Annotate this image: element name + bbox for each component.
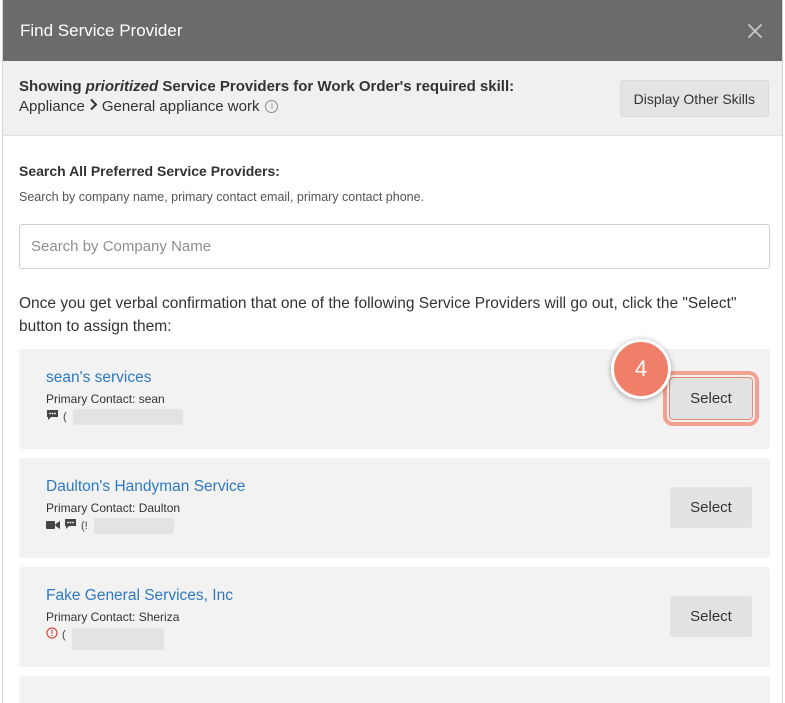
required-skill-bar: Showing prioritized Service Providers fo… (3, 61, 782, 136)
redacted-phone (72, 409, 183, 425)
message-icon (46, 408, 59, 426)
provider-card: Fake General Services, Inc Primary Conta… (19, 567, 770, 667)
skill-category: Appliance (19, 98, 85, 115)
close-icon[interactable] (744, 20, 766, 42)
modal-title: Find Service Provider (20, 20, 183, 40)
provider-card (19, 676, 770, 703)
search-heading: Search All Preferred Service Providers: (19, 163, 280, 179)
modal-body: Search All Preferred Service Providers: … (3, 163, 782, 703)
assign-instruction: Once you get verbal confirmation that on… (19, 295, 737, 335)
select-provider-button[interactable]: Select (663, 371, 759, 426)
message-icon (64, 517, 77, 535)
contact-channels: ( (46, 626, 770, 650)
step-number-badge: 4 (611, 339, 671, 399)
phone-prefix: (! (81, 520, 88, 532)
heading-prefix: Showing (19, 78, 86, 95)
video-icon (46, 517, 60, 535)
primary-contact: Primary Contact: sean (46, 392, 165, 406)
modal-header: Find Service Provider (3, 0, 782, 61)
find-service-provider-modal: Find Service Provider Showing prioritize… (2, 0, 783, 703)
select-provider-button[interactable]: Select (670, 487, 752, 528)
provider-card: Daulton's Handyman Service Primary Conta… (19, 458, 770, 558)
contact-channels: (! (46, 518, 770, 534)
provider-name-link[interactable]: Daulton's Handyman Service (46, 478, 770, 496)
primary-contact: Primary Contact: Sheriza (46, 610, 180, 624)
heading-suffix: Service Providers for Work Order's requi… (158, 78, 515, 95)
select-provider-button[interactable]: Select (670, 596, 752, 637)
phone-prefix: ( (63, 411, 67, 423)
heading-emphasis: prioritized (85, 78, 159, 95)
info-icon[interactable]: i (265, 100, 279, 113)
contact-channels: ( (46, 409, 770, 425)
company-search-input[interactable] (19, 224, 770, 269)
chevron-right-icon (89, 98, 98, 115)
phone-prefix: ( (62, 629, 66, 641)
redacted-phone (71, 628, 164, 650)
redacted-phone (93, 518, 174, 534)
alert-icon (46, 626, 58, 644)
search-help-text: Search by company name, primary contact … (19, 190, 425, 204)
display-other-skills-button[interactable]: Display Other Skills (619, 80, 769, 117)
skill-name: General appliance work (101, 98, 260, 115)
primary-contact: Primary Contact: Daulton (46, 501, 181, 515)
provider-name-link[interactable]: Fake General Services, Inc (46, 587, 770, 605)
